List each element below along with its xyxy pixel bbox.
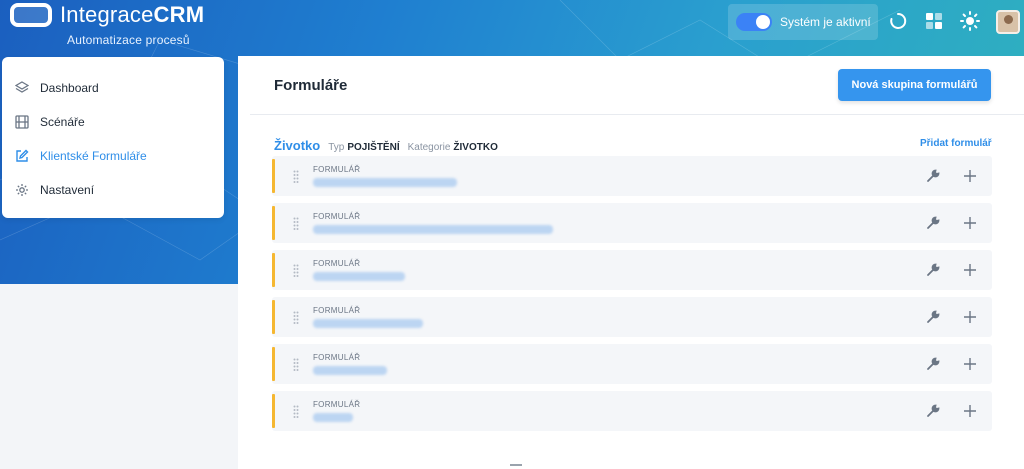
sidebar-item-label: Dashboard bbox=[40, 81, 99, 95]
plus-icon[interactable] bbox=[962, 356, 978, 372]
form-row-label: FORMULÁŘ bbox=[313, 259, 361, 268]
drag-handle-icon[interactable] bbox=[293, 170, 299, 184]
sidebar-item-scenarios[interactable]: Scénáře bbox=[2, 105, 224, 139]
form-list: FORMULÁŘ FORMULÁŘ FORMULÁŘ FORMULÁŘ FORM… bbox=[272, 156, 992, 438]
form-name-redacted bbox=[313, 272, 405, 281]
form-group-type-label: Typ bbox=[328, 142, 345, 153]
refresh-icon[interactable] bbox=[888, 11, 908, 31]
wrench-icon[interactable] bbox=[926, 404, 940, 418]
form-name-redacted bbox=[313, 178, 457, 187]
form-group-header: Životko Typ POJIŠTĚNÍ Kategorie ŽIVOTKO bbox=[274, 138, 506, 153]
form-row-label: FORMULÁŘ bbox=[313, 306, 361, 315]
system-status[interactable]: Systém je aktivní bbox=[728, 4, 878, 40]
sidebar-item-label: Scénáře bbox=[40, 115, 85, 129]
form-row-label: FORMULÁŘ bbox=[313, 353, 361, 362]
sidebar-background bbox=[0, 284, 238, 469]
form-row-label: FORMULÁŘ bbox=[313, 165, 361, 174]
row-accent-bar bbox=[272, 300, 275, 334]
form-row[interactable]: FORMULÁŘ bbox=[272, 391, 992, 431]
form-row-label: FORMULÁŘ bbox=[313, 400, 361, 409]
form-row-label: FORMULÁŘ bbox=[313, 212, 361, 221]
form-name-redacted bbox=[313, 319, 423, 328]
apps-grid-icon[interactable] bbox=[924, 11, 944, 31]
wrench-icon[interactable] bbox=[926, 310, 940, 324]
wrench-icon[interactable] bbox=[926, 169, 940, 183]
theme-sun-icon[interactable] bbox=[960, 11, 980, 31]
page-title: Formuláře bbox=[274, 77, 348, 94]
sidebar: Dashboard Scénáře Klientské Formuláře Na… bbox=[2, 57, 224, 218]
brand-name: IntegraceCRM bbox=[60, 2, 205, 27]
drag-handle-icon[interactable] bbox=[293, 358, 299, 372]
sidebar-item-settings[interactable]: Nastavení bbox=[2, 173, 224, 207]
form-row[interactable]: FORMULÁŘ bbox=[272, 297, 992, 337]
drag-handle-icon[interactable] bbox=[293, 264, 299, 278]
sidebar-item-client-forms[interactable]: Klientské Formuláře bbox=[2, 139, 224, 173]
form-group-category-value: ŽIVOTKO bbox=[453, 142, 498, 153]
sidebar-item-dashboard[interactable]: Dashboard bbox=[2, 71, 224, 105]
form-group-type-value: POJIŠTĚNÍ bbox=[347, 142, 400, 153]
plus-icon[interactable] bbox=[962, 168, 978, 184]
system-status-label: Systém je aktivní bbox=[780, 15, 871, 29]
sidebar-item-label: Nastavení bbox=[40, 183, 95, 197]
form-row[interactable]: FORMULÁŘ bbox=[272, 156, 992, 196]
form-row[interactable]: FORMULÁŘ bbox=[272, 250, 992, 290]
drag-handle-icon[interactable] bbox=[293, 217, 299, 231]
form-name-redacted bbox=[313, 413, 353, 422]
plus-icon[interactable] bbox=[962, 403, 978, 419]
edit-icon bbox=[14, 148, 30, 164]
row-accent-bar bbox=[272, 159, 275, 193]
row-accent-bar bbox=[272, 206, 275, 240]
system-status-toggle[interactable] bbox=[736, 13, 772, 31]
plus-icon[interactable] bbox=[962, 309, 978, 325]
brand-logo[interactable]: IntegraceCRM bbox=[10, 2, 204, 28]
gear-icon bbox=[14, 182, 30, 198]
sidebar-item-label: Klientské Formuláře bbox=[40, 149, 147, 163]
wrench-icon[interactable] bbox=[926, 357, 940, 371]
plus-icon[interactable] bbox=[962, 215, 978, 231]
drag-handle-icon[interactable] bbox=[293, 311, 299, 325]
brand-tagline: Automatizace procesů bbox=[67, 33, 190, 47]
row-accent-bar bbox=[272, 347, 275, 381]
row-accent-bar bbox=[272, 253, 275, 287]
user-avatar[interactable] bbox=[996, 10, 1020, 34]
form-row[interactable]: FORMULÁŘ bbox=[272, 344, 992, 384]
form-name-redacted bbox=[313, 225, 553, 234]
new-form-group-button[interactable]: Nová skupina formulářů bbox=[838, 69, 991, 101]
main-panel: Formuláře Nová skupina formulářů Životko… bbox=[238, 56, 1024, 469]
logo-icon bbox=[10, 3, 52, 27]
row-accent-bar bbox=[272, 394, 275, 428]
wrench-icon[interactable] bbox=[926, 216, 940, 230]
form-name-redacted bbox=[313, 366, 387, 375]
form-group-name[interactable]: Životko bbox=[274, 138, 320, 153]
add-form-link[interactable]: Přidat formulář bbox=[920, 138, 992, 149]
scroll-indicator bbox=[510, 464, 522, 469]
form-row[interactable]: FORMULÁŘ bbox=[272, 203, 992, 243]
drag-handle-icon[interactable] bbox=[293, 405, 299, 419]
film-icon bbox=[14, 114, 30, 130]
form-group-category-label: Kategorie bbox=[407, 142, 451, 153]
divider bbox=[250, 114, 1024, 115]
plus-icon[interactable] bbox=[962, 262, 978, 278]
layers-icon bbox=[14, 80, 30, 96]
wrench-icon[interactable] bbox=[926, 263, 940, 277]
